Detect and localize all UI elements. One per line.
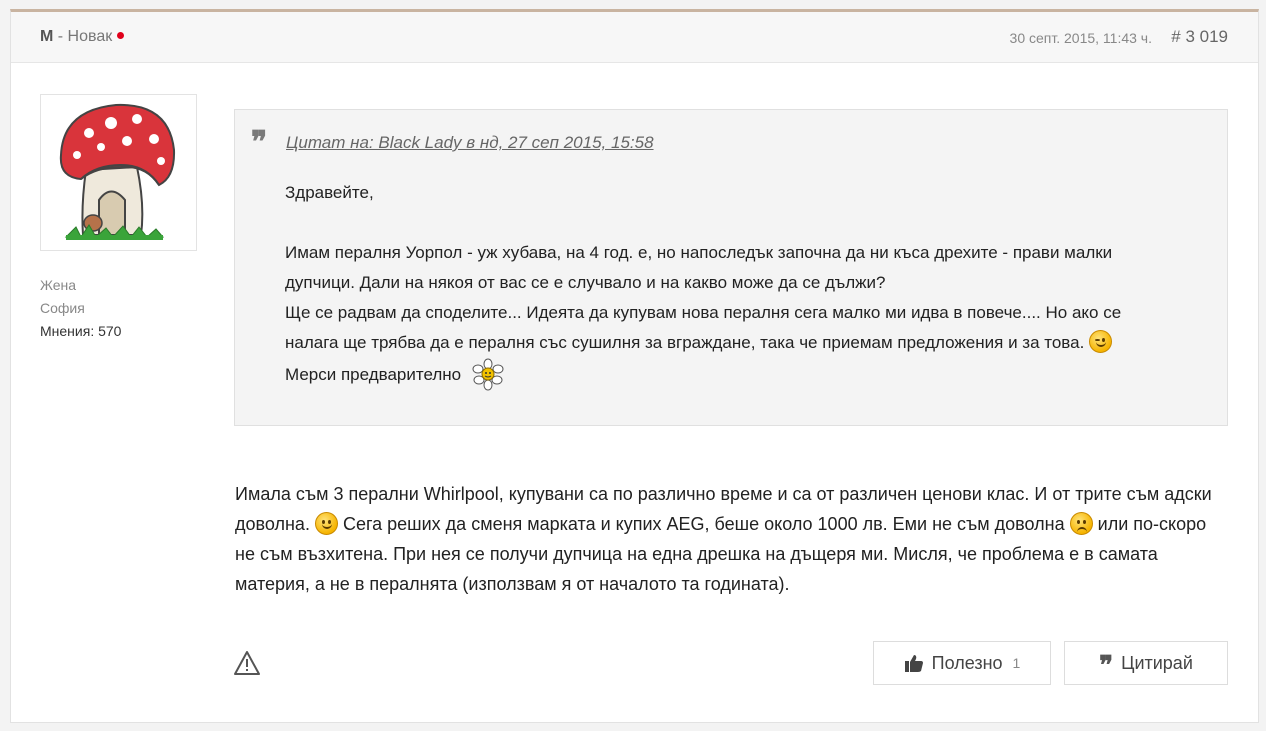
author-name[interactable]: М xyxy=(40,28,53,45)
warning-icon[interactable] xyxy=(233,650,261,681)
post-text: Сега реших да сменя марката и купих AEG,… xyxy=(337,514,1065,534)
post-date: 30 септ. 2015, 11:43 ч. xyxy=(1009,30,1152,46)
quote-label: Цитирай xyxy=(1121,652,1193,673)
quote-line: Здравейте, xyxy=(285,183,374,202)
wink-icon xyxy=(1089,330,1113,353)
quote-line-text: налага ще трябва да е пералня със сушилн… xyxy=(285,333,1085,352)
author-separator: - xyxy=(53,28,68,45)
mushroom-avatar xyxy=(59,103,176,240)
quote-line: Имам пералня Уорпол - уж хубава, на 4 го… xyxy=(285,243,1113,262)
useful-label: Полезно xyxy=(931,652,1003,673)
post-header: М - Новак 30 септ. 2015, 11:43 ч. # 3 01… xyxy=(11,12,1258,63)
quote-line-text: Мерси предварително xyxy=(285,365,462,384)
quote-body: Здравейте, Имам пералня Уорпол - уж хуба… xyxy=(285,178,1185,402)
quote-line: Мерси предварително xyxy=(285,358,1185,402)
user-meta: Жена София Мнения: 570 xyxy=(40,274,121,343)
user-city: София xyxy=(40,300,85,316)
quote-mark-icon: ❞ xyxy=(1099,651,1114,681)
quote-line: дупчици. Дали на някоя от вас се е случв… xyxy=(285,273,886,292)
user-gender: Жена xyxy=(40,277,77,293)
daisy-icon xyxy=(471,358,505,402)
thumbs-up-icon xyxy=(904,653,924,673)
post-body: Имала съм 3 перални Whirlpool, купувани … xyxy=(235,479,1230,599)
useful-count: 1 xyxy=(1012,655,1021,671)
quote-button[interactable]: ❞ Цитирай xyxy=(1064,641,1228,685)
author-line: М - Новак xyxy=(40,28,125,46)
online-status-icon xyxy=(117,32,125,40)
sad-icon xyxy=(1069,512,1093,535)
quote-source-link[interactable]: Цитат на: Black Lady в нд, 27 сеп 2015, … xyxy=(286,133,654,153)
post-number-link[interactable]: # 3 019 xyxy=(1171,27,1228,47)
user-posts-count: Мнения: 570 xyxy=(40,323,122,339)
smile-icon xyxy=(314,512,338,535)
quote-line: налага ще трябва да е пералня със сушилн… xyxy=(285,328,1185,358)
avatar[interactable] xyxy=(40,94,197,251)
useful-button[interactable]: Полезно 1 xyxy=(873,641,1051,685)
quote-block: ❞ Цитат на: Black Lady в нд, 27 сеп 2015… xyxy=(234,109,1228,426)
quote-mark-icon: ❞ xyxy=(251,125,268,160)
forum-post: М - Новак 30 септ. 2015, 11:43 ч. # 3 01… xyxy=(10,9,1259,723)
quote-line: Ще се радвам да споделите... Идеята да к… xyxy=(285,303,1122,322)
author-rank: Новак xyxy=(67,28,113,45)
